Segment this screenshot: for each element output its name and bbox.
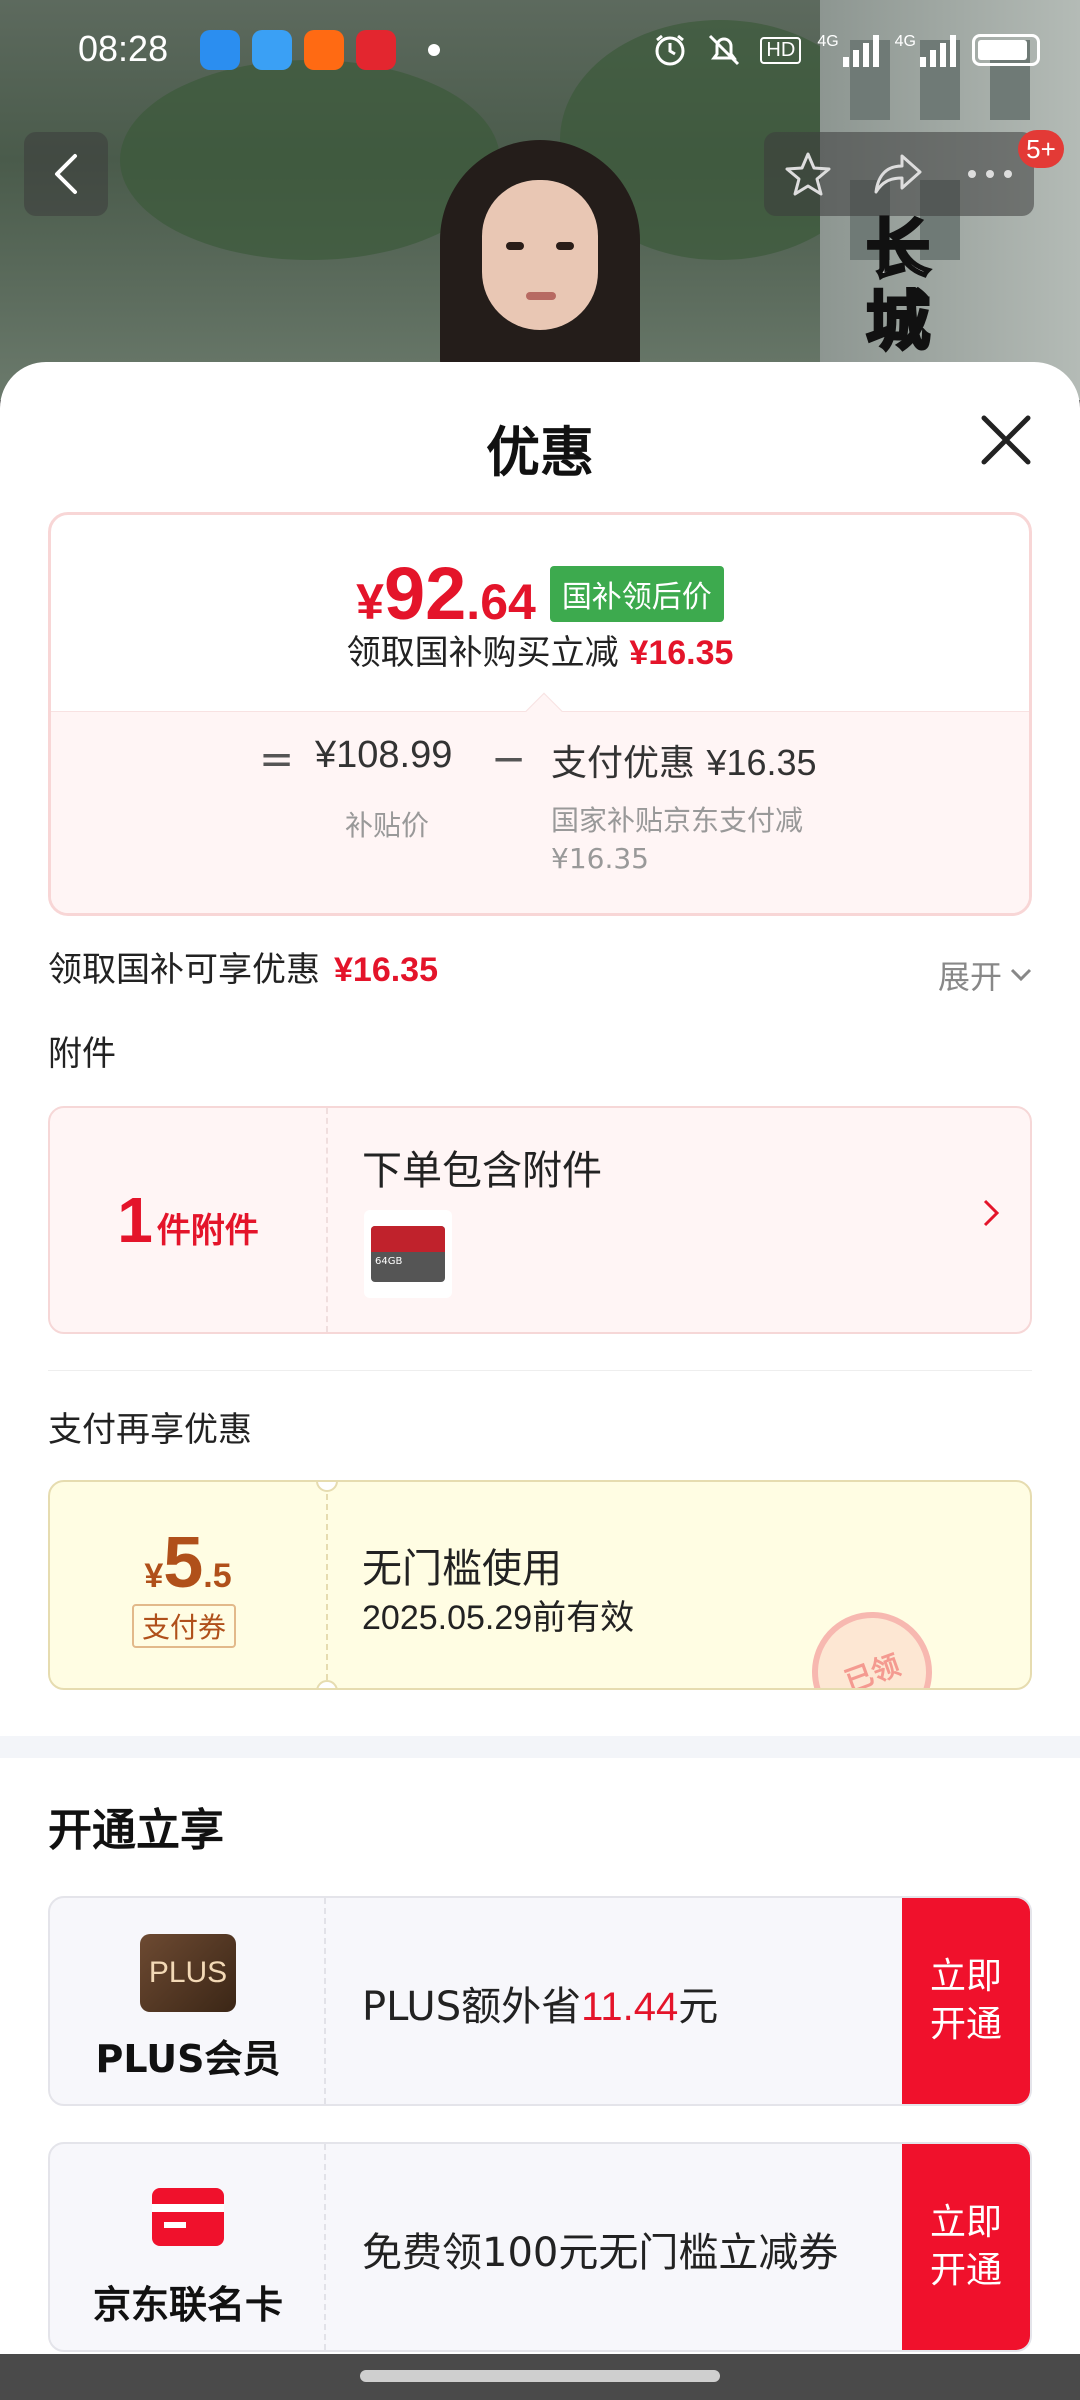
app-icon-notes [252,30,292,70]
signal-4g-icon: 4G [817,33,879,67]
presenter [440,140,640,400]
subsidy-price-label: 补贴价 [345,809,430,842]
discount-sheet: 优惠 ¥ 92 .64 国补领后价 领取国补购买立减 ¥16.35 = ¥108… [0,362,1080,2400]
status-bar: 08:28 HD 4G 4G [0,0,1080,100]
close-icon[interactable] [976,410,1036,470]
jd-cobrand-card[interactable]: 京东联名卡 免费领100元无门槛立减券 立即开通 [48,2142,1032,2352]
notification-dot [428,44,440,56]
home-indicator[interactable] [360,2370,720,2382]
price-breakdown-card: ¥ 92 .64 国补领后价 领取国补购买立减 ¥16.35 = ¥108.99… [48,512,1032,916]
back-button[interactable] [24,132,108,216]
video-overlay-text: 长城 [854,214,931,361]
gesture-bar [0,2354,1080,2400]
memory-card-thumbnail: 64GB [364,1210,452,1298]
price-formula: = ¥108.99 补贴价 − 支付优惠 ¥16.35 国家补贴京东支付减 ¥1… [51,692,1029,913]
plus-member-card[interactable]: PLUS PLUS会员 PLUS额外省11.44元 立即开通 [48,1896,1032,2106]
alarm-icon [655,34,685,66]
mute-icon [709,34,740,66]
cobrand-card-name: 京东联名卡 [92,2283,283,2327]
pay-coupon-card[interactable]: ¥5.5 支付券 无门槛使用 2025.05.29前有效 已领 [48,1480,1032,1690]
cobrand-card-benefit: 免费领100元无门槛立减券 [362,2230,839,2276]
coupon-validity: 2025.05.29前有效 [362,1599,635,1637]
chevron-left-icon [55,154,77,194]
pay-discount: 支付优惠 ¥16.35 [551,742,817,784]
plus-logo: PLUS [140,1934,236,2012]
claimed-stamp: 已领 [795,1595,949,1688]
cobrand-open-button[interactable]: 立即开通 [902,2144,1030,2350]
sheet-title: 优惠 [486,421,594,484]
minus-sign: − [491,734,527,783]
battery-icon [972,34,1040,66]
pay-discount-section-title: 支付再享优惠 [48,1410,252,1450]
hd-icon: HD [760,36,802,64]
accessory-count: 1 [117,1184,153,1256]
accessory-title: 下单包含附件 [362,1148,602,1194]
app-icon-qq-browser [200,30,240,70]
section-separator [0,1736,1080,1758]
subsidy-price-tag: 国补领后价 [549,565,724,622]
subsidy-subtitle: 领取国补购买立减 ¥16.35 [346,633,734,673]
subsidy-benefit-row: 领取国补可享优惠 ¥16.35 [48,950,438,990]
accessory-count-label: 件附件 [156,1210,259,1251]
coupon-amount: ¥5.5 [144,1523,232,1603]
app-icon-jd [356,30,396,70]
share-icon[interactable] [872,150,926,198]
more-icon[interactable] [965,167,1015,181]
plus-member-benefit: PLUS额外省11.44元 [362,1984,719,2030]
plus-open-button[interactable]: 立即开通 [902,1898,1030,2104]
accessory-section-title: 附件 [48,1034,116,1074]
credit-card-icon [152,2188,224,2246]
plus-member-name: PLUS会员 [95,2037,281,2081]
chevron-down-icon [1010,968,1032,982]
coupon-title: 无门槛使用 [362,1546,562,1592]
chevron-right-icon [983,1199,1000,1227]
status-time: 08:28 [78,28,169,69]
top-actions [764,132,1034,216]
app-icon-kuaishou [304,30,344,70]
star-icon[interactable] [783,149,833,199]
open-section-title: 开通立享 [48,1805,224,1856]
message-badge: 5+ [1018,130,1064,168]
subsidy-price-value: ¥108.99 [315,734,453,776]
equals-sign: = [259,734,295,783]
final-price: ¥ 92 .64 [356,552,536,635]
expand-button[interactable]: 展开 [938,952,1032,998]
signal-4g-icon: 4G [895,33,956,67]
pay-discount-note: 国家补贴京东支付减 ¥16.35 [551,804,804,875]
divider [48,1370,1032,1371]
accessory-card[interactable]: 1 件附件 下单包含附件 64GB [48,1106,1032,1334]
coupon-type-tag: 支付券 [132,1604,237,1648]
